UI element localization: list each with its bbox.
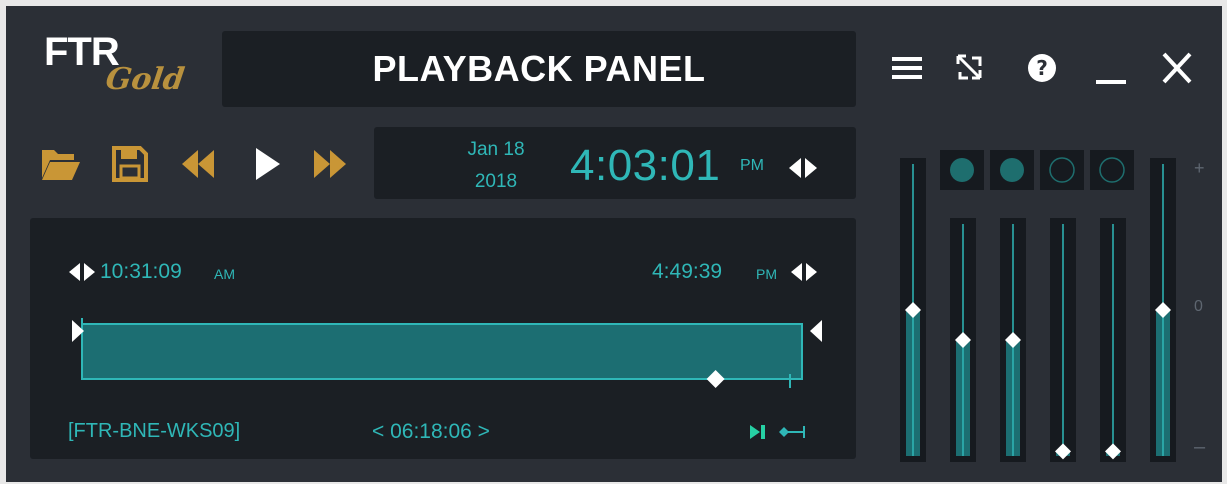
channel-4-volume-slider[interactable] xyxy=(1100,218,1126,462)
current-time-display: Jan 18 2018 4:03:01 PM xyxy=(374,127,856,199)
help-button[interactable]: ? xyxy=(1022,46,1062,90)
slider-knob[interactable] xyxy=(1055,443,1071,460)
channel-4-toggle-button[interactable] xyxy=(1090,150,1134,190)
rewind-icon xyxy=(182,150,214,178)
volume-slider-graphic xyxy=(1005,224,1021,456)
return-to-marker-icon[interactable] xyxy=(778,422,808,442)
play-button[interactable] xyxy=(246,144,286,184)
slider-knob[interactable] xyxy=(1105,443,1121,460)
channel-3-toggle-button[interactable] xyxy=(1040,150,1084,190)
minimize-icon xyxy=(1096,80,1126,84)
volume-slider-graphic xyxy=(1055,224,1071,460)
channel-1-indicator-icon xyxy=(950,158,974,182)
volume-slider-graphic xyxy=(1155,164,1171,456)
minimize-button[interactable] xyxy=(1090,46,1130,90)
resize-window-button[interactable] xyxy=(950,46,990,90)
title-bar: PLAYBACK PANEL xyxy=(222,31,856,107)
volume-slider-graphic xyxy=(905,164,921,456)
ftr-gold-logo: FTR Gold xyxy=(40,30,210,120)
channel-4-indicator-icon xyxy=(1099,157,1125,183)
start-time-ampm: AM xyxy=(214,266,235,282)
volume-slider-graphic xyxy=(955,224,971,456)
duration-selector[interactable]: < 06:18:06 > xyxy=(372,420,490,444)
fast-forward-icon xyxy=(314,150,346,178)
master-right-volume-slider[interactable] xyxy=(1150,158,1176,462)
jump-to-end-icon[interactable] xyxy=(748,422,768,442)
volume-slider-graphic xyxy=(1105,224,1121,460)
end-time: 4:49:39 xyxy=(652,260,723,283)
current-time: 4:03:01 xyxy=(570,141,721,190)
close-button[interactable] xyxy=(1156,46,1196,90)
start-time: 10:31:09 xyxy=(100,260,182,283)
start-time-step-arrows-icon[interactable] xyxy=(66,260,100,284)
start-trim-handle[interactable] xyxy=(70,318,88,344)
channel-2-toggle-button[interactable] xyxy=(990,150,1034,190)
machine-name: [FTR-BNE-WKS09] xyxy=(68,420,241,442)
channel-2-volume-slider[interactable] xyxy=(1000,218,1026,462)
open-file-button[interactable] xyxy=(40,144,80,184)
resize-window-icon xyxy=(956,54,982,80)
help-icon: ? xyxy=(1028,54,1056,82)
save-icon xyxy=(112,146,148,182)
scale-zero-label: 0 xyxy=(1194,298,1203,315)
play-icon xyxy=(256,148,280,180)
scale-max-label: + xyxy=(1194,158,1205,178)
end-trim-handle[interactable] xyxy=(806,318,824,344)
rewind-button[interactable] xyxy=(178,144,218,184)
current-time-ampm: PM xyxy=(740,157,764,174)
scale-min-label: – xyxy=(1194,436,1206,458)
recording-block[interactable] xyxy=(81,323,803,380)
window-title: PLAYBACK PANEL xyxy=(372,48,706,89)
menu-button[interactable] xyxy=(886,46,926,90)
open-folder-icon xyxy=(42,150,80,180)
svg-text:?: ? xyxy=(1036,56,1048,80)
channel-3-volume-slider[interactable] xyxy=(1050,218,1076,462)
time-step-arrows-icon[interactable] xyxy=(786,155,820,181)
fast-forward-button[interactable] xyxy=(310,144,350,184)
channel-2-indicator-icon xyxy=(1000,158,1024,182)
channel-3-indicator-icon xyxy=(1049,157,1075,183)
current-date-year: 2018 xyxy=(474,171,518,192)
timeline-panel: 10:31:09 AM 4:49:39 PM [FTR-BNE-WKS09] <… xyxy=(30,218,856,459)
end-time-step-arrows-icon[interactable] xyxy=(788,260,822,284)
master-left-volume-slider[interactable] xyxy=(900,158,926,462)
timeline-tools xyxy=(748,420,810,444)
save-button[interactable] xyxy=(110,144,150,184)
close-icon xyxy=(1162,52,1192,84)
current-date-day: Jan 18 xyxy=(467,139,525,160)
hamburger-menu-icon xyxy=(892,57,922,79)
audio-mixer: + 0 – xyxy=(896,150,1212,470)
logo-gold-text: Gold xyxy=(103,62,187,97)
channel-1-toggle-button[interactable] xyxy=(940,150,984,190)
timeline-track[interactable] xyxy=(80,318,830,390)
end-time-ampm: PM xyxy=(756,266,777,282)
playback-panel-window: FTR Gold PLAYBACK PANEL ? Jan 18 2018 4:… xyxy=(6,6,1222,482)
channel-1-volume-slider[interactable] xyxy=(950,218,976,462)
